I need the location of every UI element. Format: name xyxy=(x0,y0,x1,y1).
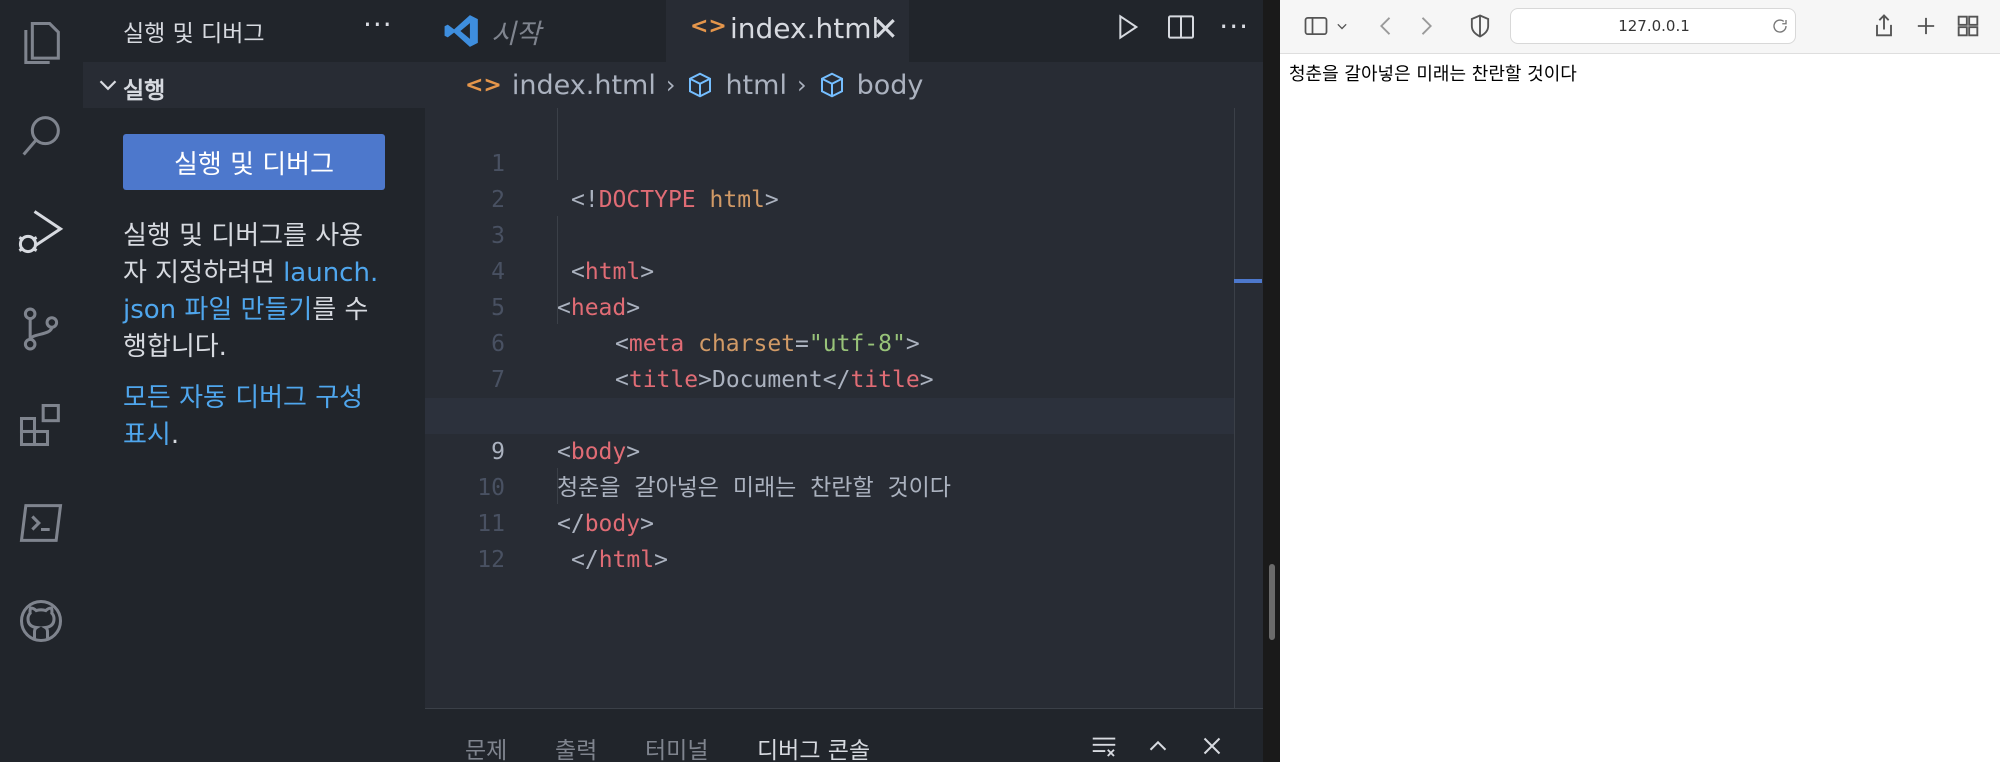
element-cube-icon xyxy=(689,72,712,98)
reload-icon[interactable] xyxy=(1771,17,1789,35)
code-line: 1 <!DOCTYPE html> xyxy=(425,110,1235,213)
split-editor-icon[interactable] xyxy=(1165,11,1197,43)
show-all-debug-configs-link[interactable]: 모든 자동 디버그 구성 표시 xyxy=(123,383,363,450)
window-divider xyxy=(1263,0,1280,762)
chevron-up-icon[interactable] xyxy=(1143,731,1173,761)
vscode-logo-icon xyxy=(444,15,478,47)
code-line: 7 </head> xyxy=(425,326,1235,429)
editor-tab-bar: 시작 <> index.html ✕ ··· xyxy=(425,0,1263,62)
breadcrumb-body[interactable]: body xyxy=(857,70,924,101)
forward-icon[interactable] xyxy=(1412,12,1440,40)
tab-start[interactable]: 시작 xyxy=(425,0,665,62)
editor-more-icon[interactable]: ··· xyxy=(1219,10,1249,43)
code-line: 8 <body> xyxy=(425,362,1235,465)
line-number: 12 xyxy=(477,547,505,573)
html-icon: <> xyxy=(690,14,727,39)
code-line: 6 <title>Document</title> xyxy=(425,290,1235,393)
tab-terminal[interactable]: 터미널 xyxy=(645,731,708,762)
breadcrumb-separator: › xyxy=(796,71,807,99)
tab-problems[interactable]: 문제 xyxy=(465,731,507,762)
clear-console-icon[interactable] xyxy=(1089,731,1119,761)
extensions-icon[interactable] xyxy=(8,392,74,458)
run-icon[interactable] xyxy=(1111,11,1143,43)
auto-config-suffix: . xyxy=(170,420,180,450)
close-icon[interactable]: ✕ xyxy=(872,10,899,48)
run-debug-icon[interactable] xyxy=(8,198,74,264)
address-bar[interactable]: 127.0.0.1 xyxy=(1510,8,1796,44)
code-line: 5 <meta charset="utf-8"> xyxy=(425,254,1235,357)
github-icon[interactable] xyxy=(8,588,74,654)
vscode-window: 실행 및 디버그 ··· 실행 실행 및 디버그 실행 및 디버그를 사용자 지… xyxy=(0,0,1263,762)
bracket-close: > xyxy=(654,547,668,573)
bracket-open-slash: </ xyxy=(571,547,599,573)
code-line: 11 </html> xyxy=(425,470,1235,573)
breadcrumb-file[interactable]: index.html xyxy=(512,70,656,101)
chevron-down-icon[interactable] xyxy=(1332,12,1352,40)
breadcrumb: <> index.html › html › body xyxy=(425,62,1263,108)
code-line: 3 <html> xyxy=(425,182,1235,285)
new-tab-icon[interactable] xyxy=(1912,12,1940,40)
sidebar-description: 실행 및 디버그를 사용자 지정하려면 launch.json 파일 만들기를 … xyxy=(123,218,385,454)
tab-debug-console[interactable]: 디버그 콘솔 xyxy=(757,731,870,762)
code-line: 10 </body> xyxy=(425,434,1235,537)
shield-icon[interactable] xyxy=(1466,12,1494,40)
editor-actions: ··· xyxy=(1111,10,1249,43)
run-debug-sidebar: 실행 및 디버그 ··· 실행 실행 및 디버그 실행 및 디버그를 사용자 지… xyxy=(83,0,425,762)
run-section-header[interactable]: 실행 xyxy=(83,62,425,108)
breadcrumb-html[interactable]: html xyxy=(725,70,787,101)
bottom-panel: 문제 출력 터미널 디버그 콘솔 xyxy=(425,708,1263,762)
html-file-icon: <> xyxy=(465,72,502,98)
tab-output[interactable]: 출력 xyxy=(555,731,597,762)
browser-window: 127.0.0.1 청춘을 갈아넣은 미래는 찬란할 것이다 xyxy=(1280,0,2000,762)
url-text: 127.0.0.1 xyxy=(1618,17,1690,35)
share-icon[interactable] xyxy=(1870,12,1898,40)
scrollbar-thumb[interactable] xyxy=(1269,564,1275,640)
sidebar-title: 실행 및 디버그 xyxy=(123,21,265,47)
minimap-edge xyxy=(1234,108,1235,708)
chevron-down-icon xyxy=(99,80,117,91)
code-line-active: 9 청춘을 갈아넣은 미래는 찬란할 것이다 xyxy=(425,398,1235,501)
more-actions-icon[interactable]: ··· xyxy=(363,8,393,41)
tag-html: html xyxy=(598,547,655,573)
run-section-label: 실행 xyxy=(123,78,166,104)
code-line: 2 xyxy=(425,146,1235,213)
tab-index-html-label: index.html xyxy=(730,12,880,45)
run-and-debug-button[interactable]: 실행 및 디버그 xyxy=(123,134,385,190)
sidebar-toggle-icon[interactable] xyxy=(1302,12,1330,40)
explorer-icon[interactable] xyxy=(8,10,74,76)
breadcrumb-separator: › xyxy=(665,71,676,99)
back-icon[interactable] xyxy=(1372,12,1400,40)
search-icon[interactable] xyxy=(8,102,74,168)
close-panel-icon[interactable] xyxy=(1197,731,1227,761)
tab-index-html[interactable]: <> index.html ✕ xyxy=(666,0,909,62)
activity-bar xyxy=(0,0,83,762)
browser-toolbar: 127.0.0.1 xyxy=(1280,0,2000,54)
code-line: 4 <head> xyxy=(425,218,1235,321)
code-line: 12 xyxy=(425,506,1235,573)
tab-start-label: 시작 xyxy=(491,19,541,50)
tab-overview-icon[interactable] xyxy=(1954,12,1982,40)
code-editor[interactable]: 1 <!DOCTYPE html> 2 3 <html> 4 <head> 5 … xyxy=(425,108,1263,708)
sidebar-header: 실행 및 디버그 ··· xyxy=(83,0,425,62)
source-control-icon[interactable] xyxy=(8,296,74,362)
scrollbar-cursor-marker xyxy=(1234,279,1262,283)
terminal-icon[interactable] xyxy=(8,490,74,556)
panel-actions xyxy=(1089,731,1227,761)
element-cube-icon xyxy=(820,72,843,98)
rendered-page-text: 청춘을 갈아넣은 미래는 찬란할 것이다 xyxy=(1289,64,1577,85)
